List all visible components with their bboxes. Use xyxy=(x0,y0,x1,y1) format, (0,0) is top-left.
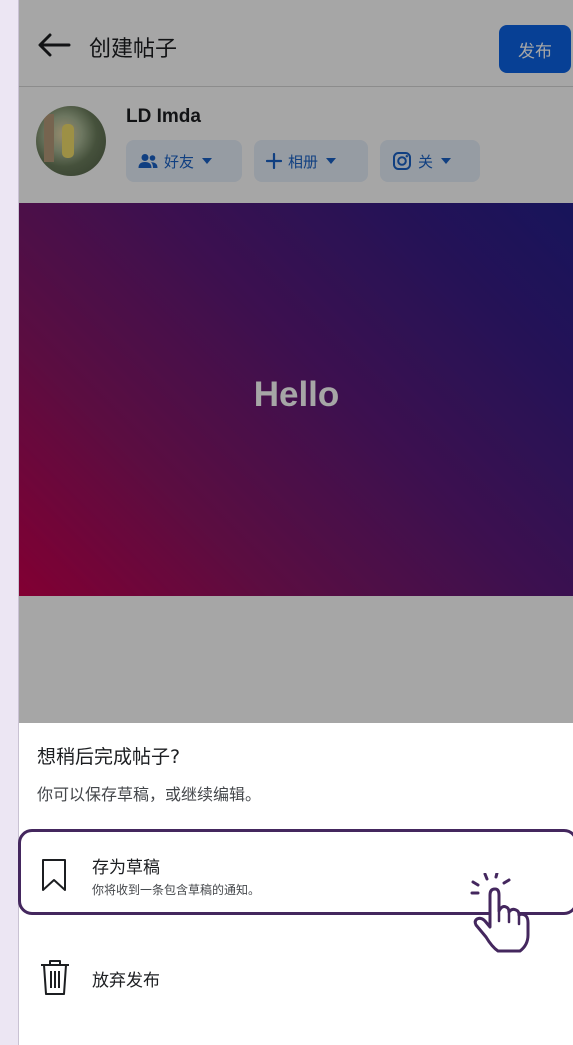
discard-post-label: 放弃发布 xyxy=(92,971,160,991)
sheet-subtitle: 你可以保存草稿，或继续编辑。 xyxy=(37,785,262,804)
modal-scrim[interactable] xyxy=(19,0,573,723)
save-draft-description: 你将收到一条包含草稿的通知。 xyxy=(92,883,261,897)
trash-icon xyxy=(41,960,69,995)
save-draft-label: 存为草稿 xyxy=(92,858,160,878)
tap-hand-icon xyxy=(470,873,530,953)
bookmark-icon xyxy=(42,859,66,891)
sheet-title: 想稍后完成帖子? xyxy=(37,746,181,768)
